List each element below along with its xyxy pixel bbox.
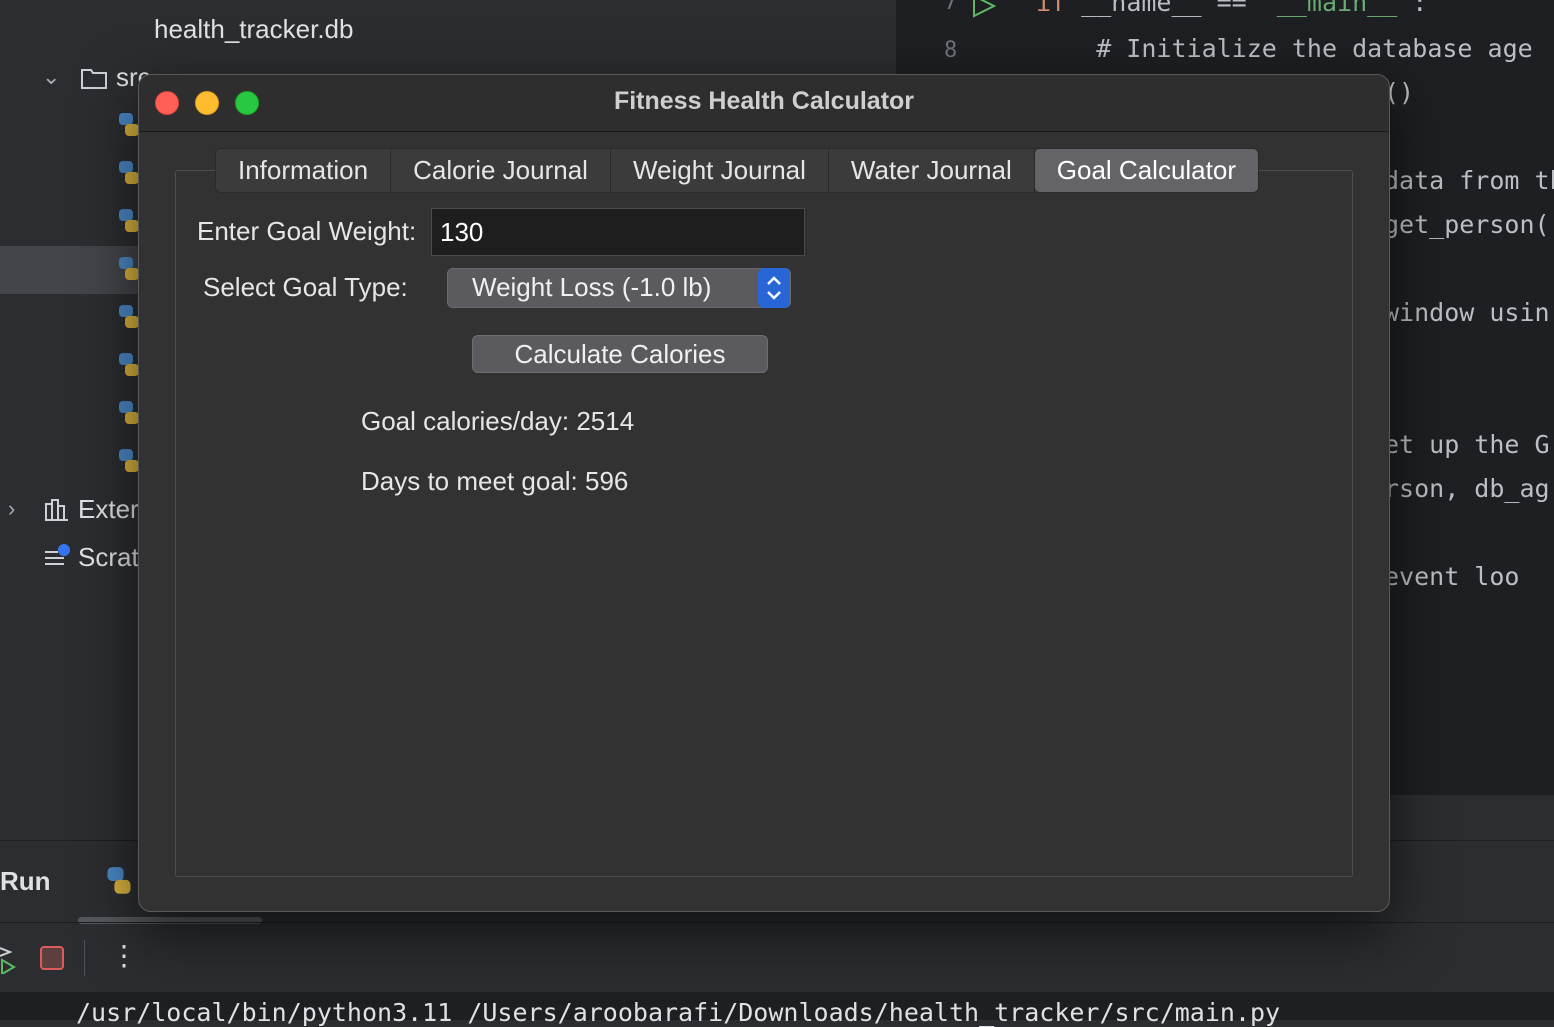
goal-calories-result: Goal calories/day: 2514 xyxy=(361,406,635,436)
scratches-icon xyxy=(44,544,72,575)
app-window: Fitness Health Calculator Information Ca… xyxy=(138,74,1390,912)
more-options-icon[interactable]: ⋮ xyxy=(110,942,138,970)
line-number: 7 xyxy=(944,0,958,15)
window-title: Fitness Health Calculator xyxy=(613,87,915,115)
tab-information[interactable]: Information xyxy=(216,149,392,192)
chevron-down-icon[interactable]: ⌄ xyxy=(42,64,60,90)
python-run-config-icon xyxy=(104,866,134,901)
chevron-right-icon[interactable]: › xyxy=(8,496,15,522)
tab-bar: Information Calorie Journal Weight Journ… xyxy=(215,148,1259,193)
code-line: get_person( xyxy=(1384,210,1550,239)
calculate-calories-button[interactable]: Calculate Calories xyxy=(472,335,768,373)
tree-item-db-file[interactable]: health_tracker.db xyxy=(154,14,353,45)
tab-calorie-journal[interactable]: Calorie Journal xyxy=(391,149,611,192)
python-file-icon xyxy=(118,352,140,383)
code-line: et up the G xyxy=(1384,430,1550,459)
code-line: window usin xyxy=(1384,298,1550,327)
python-file-icon xyxy=(118,304,140,335)
stop-icon[interactable] xyxy=(40,946,64,970)
code-line: event loo xyxy=(1384,562,1520,591)
goal-weight-label: Enter Goal Weight: xyxy=(197,216,417,246)
tree-item-scratches[interactable]: Scrat xyxy=(78,542,139,573)
python-file-icon xyxy=(118,448,140,479)
code-line: if __name__ == "__main__": xyxy=(1036,0,1428,17)
tree-item-external-libraries[interactable]: Exter xyxy=(78,494,139,525)
python-file-icon xyxy=(118,400,140,431)
run-tab-label[interactable]: Run xyxy=(0,866,51,897)
toolbar-separator xyxy=(84,940,85,976)
divider xyxy=(0,922,1554,923)
tab-water-journal[interactable]: Water Journal xyxy=(829,149,1035,192)
code-line: # Initialize the database age xyxy=(1036,34,1533,63)
tab-weight-journal[interactable]: Weight Journal xyxy=(611,149,829,192)
days-to-goal-result: Days to meet goal: 596 xyxy=(361,466,629,496)
rerun-icon[interactable] xyxy=(0,944,16,979)
library-icon xyxy=(44,498,70,527)
python-file-icon xyxy=(118,160,140,191)
select-arrows-icon[interactable] xyxy=(758,268,790,308)
code-line: rson, db_ag xyxy=(1384,474,1550,503)
tab-goal-calculator[interactable]: Goal Calculator xyxy=(1034,149,1258,192)
python-file-icon xyxy=(118,112,140,143)
goal-type-select[interactable]: Weight Loss (-1.0 lb) xyxy=(447,268,791,308)
python-file-icon xyxy=(118,208,140,239)
terminal-command-line: /usr/local/bin/python3.11 /Users/aroobar… xyxy=(76,998,1281,1027)
folder-icon xyxy=(80,66,108,95)
goal-type-label: Select Goal Type: xyxy=(203,272,408,302)
run-gutter-icon[interactable] xyxy=(970,0,998,23)
line-number: 8 xyxy=(944,38,958,63)
goal-type-selected-value: Weight Loss (-1.0 lb) xyxy=(472,272,712,302)
python-file-icon xyxy=(118,256,140,287)
code-line: data from th xyxy=(1384,166,1554,195)
goal-weight-input[interactable]: 130 xyxy=(431,208,805,256)
